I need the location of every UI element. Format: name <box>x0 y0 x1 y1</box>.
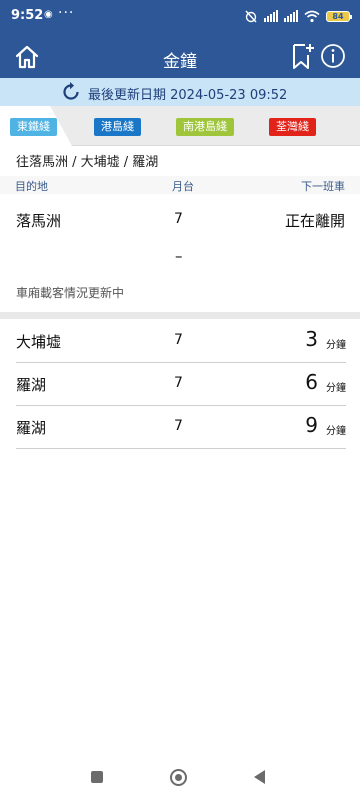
more-notifications-indicator: ··· <box>58 5 75 21</box>
section-divider <box>0 312 360 319</box>
first-train-platform: 7 <box>174 211 183 227</box>
next-train-header: 下一班車 <box>301 180 345 193</box>
train-minutes: 9 <box>305 413 318 437</box>
status-bar: 9:52 ◉ ··· 84 <box>0 0 360 32</box>
tab-tsuen-wan-line[interactable]: 荃灣綫 <box>269 118 316 136</box>
first-train-destination: 落馬洲 <box>16 212 62 230</box>
train-row: 大埔墟 7 3 分鐘 <box>16 319 346 363</box>
train-minutes-unit: 分鐘 <box>326 340 346 351</box>
train-row: 羅湖 7 6 分鐘 <box>16 362 346 406</box>
recent-apps-button[interactable] <box>91 771 103 783</box>
update-banner: 最後更新日期 2024-05-23 09:52 <box>0 78 360 106</box>
train-destination: 羅湖 <box>16 419 47 437</box>
signal-icon-2 <box>284 10 298 22</box>
train-minutes-unit: 分鐘 <box>326 383 346 394</box>
bookmark-add-icon[interactable] <box>291 42 315 70</box>
battery-icon: 84 <box>326 10 352 22</box>
last-updated-text: 最後更新日期 2024-05-23 09:52 <box>88 88 288 103</box>
info-icon[interactable] <box>320 43 346 69</box>
train-minutes-unit: 分鐘 <box>326 426 346 437</box>
alarm-off-icon <box>245 10 257 23</box>
system-home-button[interactable] <box>170 769 187 786</box>
train-minutes: 6 <box>305 370 318 394</box>
refresh-icon[interactable] <box>60 81 82 103</box>
wifi-icon <box>304 10 320 22</box>
tab-island-line[interactable]: 港島綫 <box>94 118 141 136</box>
train-platform: 7 <box>174 332 183 348</box>
train-platform: 7 <box>174 375 183 391</box>
tab-south-island-line[interactable]: 南港島綫 <box>176 118 234 136</box>
status-icons: 84 <box>244 8 352 24</box>
train-row: 羅湖 7 9 分鐘 <box>16 405 346 449</box>
train-platform: 7 <box>174 418 183 434</box>
train-destination: 大埔墟 <box>16 333 62 351</box>
train-destination: 羅湖 <box>16 376 47 394</box>
crowd-level-placeholder: – <box>175 247 183 265</box>
signal-icon <box>264 10 278 22</box>
crowd-status-note: 車廂載客情況更新中 <box>16 286 125 300</box>
first-train-status: 正在離開 <box>284 212 345 230</box>
back-button[interactable] <box>254 770 265 784</box>
destination-header: 目的地 <box>15 180 48 193</box>
tab-east-rail-line[interactable]: 東鐵綫 <box>10 118 57 136</box>
route-direction: 往落馬洲 / 大埔墟 / 羅湖 <box>16 155 159 170</box>
column-headers: 目的地 月台 下一班車 <box>0 176 360 194</box>
status-time: 9:52 <box>11 8 44 23</box>
notification-icon: ◉ <box>44 9 53 20</box>
platform-header: 月台 <box>172 180 194 193</box>
line-tabs: 東鐵綫 港島綫 南港島綫 荃灣綫 <box>0 106 360 146</box>
train-minutes: 3 <box>305 327 318 351</box>
app-header: 金鐘 <box>0 36 360 78</box>
